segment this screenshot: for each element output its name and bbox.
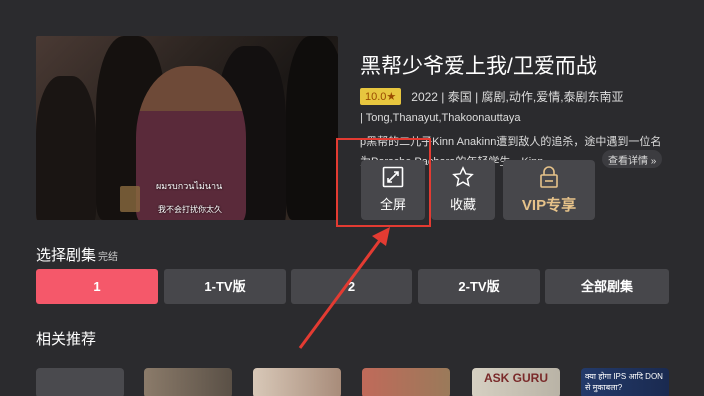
all-episodes-button[interactable]: 全部剧集 (545, 269, 669, 304)
related-thumbnail-text: क्या होगा IPS आदि DON से मुकाबला? (585, 372, 663, 392)
related-thumbnail[interactable] (144, 368, 232, 396)
favorite-label: 收藏 (449, 197, 476, 212)
vip-label: VIP专享 (521, 197, 577, 214)
related-thumbnail[interactable]: ASK GURU (472, 368, 560, 396)
rating-badge: 10.0★ (360, 88, 402, 105)
episode-button-1[interactable]: 1 (36, 269, 158, 304)
episodes-title: 选择剧集 (36, 247, 97, 264)
highlight-box (336, 138, 431, 227)
episode-button-1-tv[interactable]: 1-TV版 (164, 269, 286, 304)
show-title: 黑帮少爷爱上我/卫爱而战 (360, 55, 597, 78)
related-heading: 相关推荐 (36, 331, 97, 348)
show-meta: 10.0★ 2022 | 泰国 | 腐剧,动作,爱情,泰剧东南亚 (360, 88, 624, 105)
show-info: 2022 | 泰国 | 腐剧,动作,爱情,泰剧东南亚 (411, 90, 624, 104)
video-player[interactable]: ผมรบกวนไม่นาน 我不会打扰你太久 (36, 36, 338, 220)
show-cast: | Tong,Thanayut,Thakoonauttaya (360, 112, 521, 124)
episode-button-2[interactable]: 2 (291, 269, 412, 304)
video-frame (286, 36, 338, 220)
related-thumbnail[interactable]: क्या होगा IPS आदि DON से मुकाबला? (581, 368, 669, 396)
vip-button[interactable]: VIP专享 (503, 160, 595, 220)
more-details-button[interactable]: 查看详情 » (602, 150, 663, 168)
episode-button-2-tv[interactable]: 2-TV版 (418, 269, 540, 304)
video-subtitle-chinese: 我不会打扰你太久 (158, 205, 222, 214)
video-frame (120, 186, 140, 212)
episodes-heading: 选择剧集 完结 (36, 244, 118, 265)
related-thumbnail[interactable] (36, 368, 124, 396)
favorite-button[interactable]: 收藏 (431, 160, 495, 220)
video-subtitle-thai: ผมรบกวนไม่นาน (156, 181, 223, 191)
video-frame (36, 76, 96, 220)
related-thumbnail[interactable] (362, 368, 450, 396)
related-thumbnail[interactable] (253, 368, 341, 396)
episodes-status: 完结 (98, 252, 119, 263)
star-icon (431, 166, 495, 190)
video-frame (136, 66, 246, 220)
lock-icon (503, 166, 595, 190)
related-thumbnail-text: ASK GURU (483, 371, 548, 385)
